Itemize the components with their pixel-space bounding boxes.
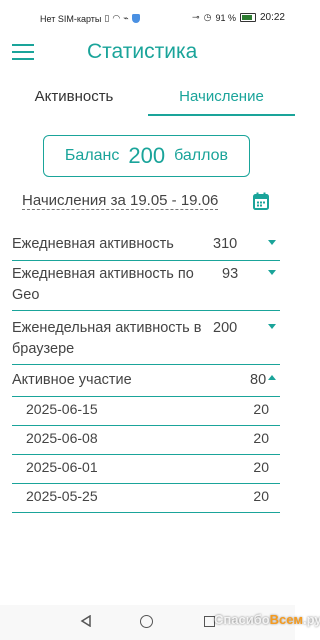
entry-value: 20 — [253, 430, 269, 446]
list-item: 2025-06-15 20 — [12, 397, 280, 426]
home-icon[interactable] — [140, 615, 153, 628]
chevron-up-icon — [268, 375, 276, 380]
accrual-row-label: Активное участие — [12, 372, 132, 388]
status-bar-left: Нет SIM-карты ▯ ◠ ⌁ — [40, 13, 140, 24]
hamburger-menu-icon[interactable] — [12, 44, 34, 60]
clock-time: 20:22 — [259, 12, 285, 23]
alarm-icon: ◷ — [203, 12, 212, 22]
list-item: 2025-06-01 20 — [12, 455, 280, 484]
entry-date: 2025-05-25 — [26, 488, 98, 504]
entry-value: 20 — [253, 488, 269, 504]
watermark-part: Спасибо — [214, 612, 270, 627]
app-bar: Статистика — [0, 36, 295, 74]
back-icon[interactable] — [80, 615, 92, 627]
entry-value: 20 — [253, 401, 269, 417]
accrual-row-value: 200 — [213, 320, 238, 336]
key-icon: ⌁ — [123, 13, 129, 23]
accrual-row-label-line2: Geo — [12, 287, 40, 303]
watermark-part: .ру — [302, 612, 320, 627]
tab-bar: Активность Начисление — [0, 82, 295, 116]
wifi-icon: ◠ — [112, 13, 121, 23]
chevron-down-icon — [268, 324, 276, 329]
accrual-row-weekly-browser[interactable]: Еженедельная активность в браузере 200 — [12, 316, 280, 365]
shield-icon — [131, 14, 140, 23]
accrual-row-daily-activity-geo[interactable]: Ежедневная активность по Geo 93 — [12, 262, 280, 311]
accrual-row-value: 310 — [213, 236, 238, 252]
entry-date: 2025-06-08 — [26, 430, 98, 446]
carrier-text: Нет SIM-карты — [40, 13, 102, 24]
balance-unit: баллов — [174, 147, 229, 164]
menu-line — [12, 51, 34, 53]
balance-box: Баланс 200 баллов — [43, 135, 250, 177]
chevron-down-icon — [268, 270, 276, 275]
balance-label: Баланс — [64, 147, 120, 164]
period-selector[interactable]: Начисления за 19.05 - 19.06 — [22, 192, 244, 216]
entry-date: 2025-06-01 — [26, 459, 98, 475]
entry-date: 2025-06-15 — [26, 401, 98, 417]
accrual-row-label-line1: Еженедельная активность в — [12, 320, 202, 336]
watermark-part: Всем — [269, 612, 303, 627]
balance-value: 200 — [128, 143, 166, 168]
key-icon: ⊸ — [192, 12, 200, 22]
accrual-row-value: 93 — [222, 266, 239, 282]
accrual-row-label-line2: браузере — [12, 341, 75, 357]
tab-activity[interactable]: Активность — [0, 82, 148, 114]
battery-percent: 91 % — [215, 12, 236, 23]
status-bar-right: ⊸ ◷ 91 % 20:22 — [192, 12, 285, 23]
menu-line — [12, 44, 34, 46]
tab-accrual[interactable]: Начисление — [148, 82, 295, 116]
entry-value: 20 — [253, 459, 269, 475]
accrual-row-label-line1: Ежедневная активность по — [12, 266, 194, 282]
page-title: Статистика — [87, 40, 198, 63]
list-item: 2025-05-25 20 — [12, 484, 280, 513]
accrual-row-label: Ежедневная активность — [12, 236, 174, 252]
accrual-row-value: 80 — [250, 372, 267, 388]
period-label: Начисления за 19.05 - 19.06 — [22, 192, 219, 210]
status-bar: Нет SIM-карты ▯ ◠ ⌁ ⊸ ◷ 91 % 20:22 — [0, 0, 295, 36]
menu-line — [12, 58, 34, 60]
calendar-icon[interactable] — [253, 192, 269, 210]
chevron-down-icon — [268, 240, 276, 245]
watermark-logo: СпасибоВсем.ру — [214, 612, 320, 627]
accrual-row-active-participation[interactable]: Активное участие 80 — [12, 368, 280, 397]
list-item: 2025-06-08 20 — [12, 426, 280, 455]
battery-icon — [239, 13, 256, 22]
accrual-row-daily-activity[interactable]: Ежедневная активность 310 — [12, 232, 280, 261]
nfc-icon: ▯ — [104, 13, 110, 23]
